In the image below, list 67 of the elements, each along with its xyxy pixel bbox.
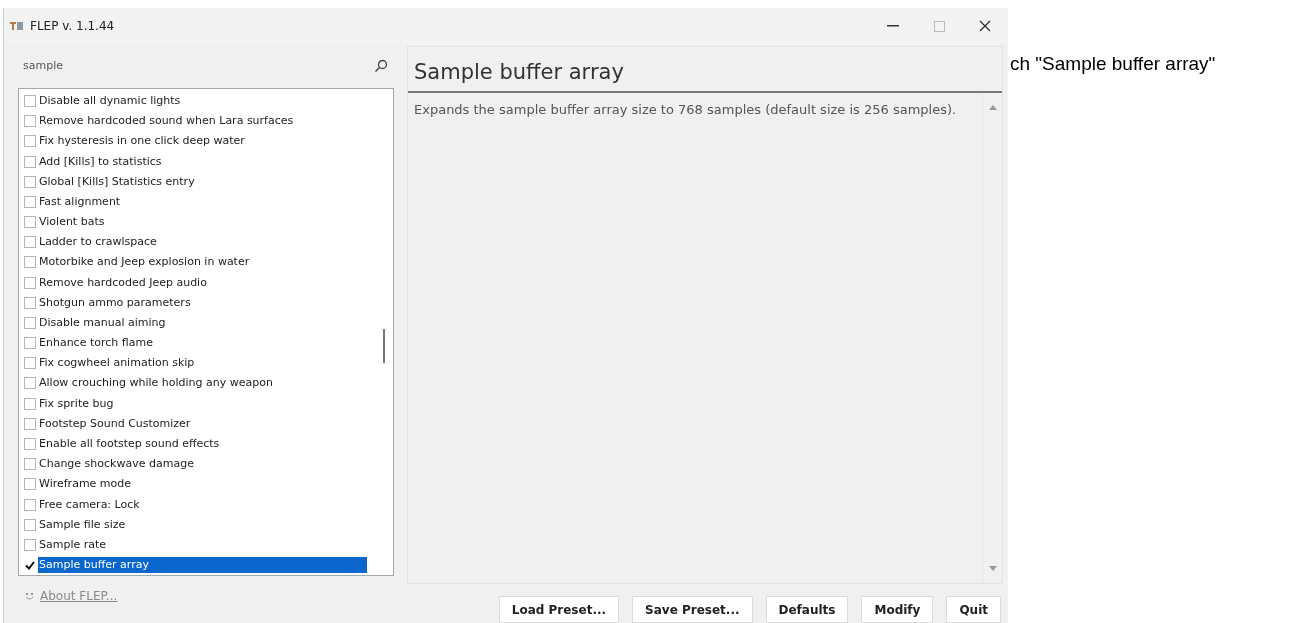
app-logo-icon: [10, 21, 24, 31]
scrollbar-thumb[interactable]: [383, 329, 385, 363]
page-heading: ch "Sample buffer array": [1010, 53, 1216, 74]
check-icon: [25, 560, 35, 570]
scroll-up-icon[interactable]: [988, 104, 997, 110]
option-checkbox[interactable]: [24, 195, 36, 208]
minimize-icon: [887, 25, 899, 27]
option-checkbox[interactable]: [24, 236, 36, 249]
option-item[interactable]: Disable all dynamic lights: [38, 93, 181, 110]
option-item[interactable]: Enable all footstep sound effects: [38, 436, 220, 452]
option-item[interactable]: Global [Kills] Statistics entry: [38, 173, 195, 190]
option-checkbox[interactable]: [24, 458, 36, 471]
option-item[interactable]: Sample rate: [38, 536, 107, 553]
option-item[interactable]: Remove hardcoded sound when Lara surfaces: [38, 113, 294, 130]
option-item[interactable]: Ladder to crawlspace: [38, 234, 157, 251]
smiley-icon: [25, 591, 34, 601]
action-button[interactable]: Quit: [946, 596, 1001, 623]
option-checkbox[interactable]: [24, 256, 36, 269]
option-item[interactable]: Fix hysteresis in one click deep water: [38, 133, 245, 150]
detail-title: Sample buffer array: [408, 47, 1002, 93]
option-item[interactable]: Fast alignment: [38, 193, 121, 210]
option-item[interactable]: Motorbike and Jeep explosion in water: [38, 254, 250, 271]
option-item[interactable]: Fix cogwheel animation skip: [38, 355, 195, 372]
option-checkbox[interactable]: [24, 175, 36, 188]
action-button[interactable]: Save Preset...: [632, 596, 753, 623]
detail-description: Expands the sample buffer array size to 768 samples (default size is 256 samples).: [413, 100, 958, 119]
option-checkbox[interactable]: [24, 377, 36, 390]
option-checkbox[interactable]: [24, 357, 36, 370]
search-icon: [374, 59, 388, 73]
option-item[interactable]: Fix sprite bug: [38, 395, 114, 412]
option-item[interactable]: Free camera: Lock: [38, 496, 140, 513]
option-checkbox[interactable]: [24, 316, 36, 329]
option-checkbox[interactable]: [24, 417, 36, 430]
option-item[interactable]: Footstep Sound Customizer: [38, 415, 191, 432]
option-checkbox[interactable]: [24, 95, 36, 108]
action-button[interactable]: Defaults: [765, 596, 849, 623]
option-checkbox[interactable]: [24, 397, 36, 410]
action-button[interactable]: Load Preset...: [498, 596, 620, 623]
option-item[interactable]: Violent bats: [38, 214, 105, 231]
action-button[interactable]: Modify: [861, 596, 934, 623]
option-checkbox[interactable]: [24, 155, 36, 168]
maximize-icon: [933, 20, 945, 32]
option-checkbox[interactable]: [24, 115, 36, 128]
option-item[interactable]: Change shockwave damage: [38, 456, 194, 473]
scroll-down-icon[interactable]: [988, 566, 997, 571]
option-checkbox[interactable]: [24, 296, 36, 309]
option-item[interactable]: Remove hardcoded Jeep audio: [38, 274, 207, 291]
option-checkbox[interactable]: [24, 438, 36, 450]
option-item[interactable]: Sample buffer array: [38, 557, 367, 574]
option-item[interactable]: Wireframe mode: [38, 476, 132, 493]
option-item[interactable]: Add [Kills] to statistics: [38, 153, 162, 170]
option-item[interactable]: Sample file size: [38, 516, 126, 533]
option-checkbox[interactable]: [24, 337, 36, 350]
option-checkbox[interactable]: [24, 518, 36, 531]
option-checkbox[interactable]: [24, 498, 36, 511]
option-item[interactable]: Allow crouching while holding any weapon: [38, 375, 273, 392]
option-checkbox[interactable]: [24, 135, 36, 148]
window-title: FLEP v. 1.1.44: [30, 18, 115, 35]
option-checkbox[interactable]: [24, 216, 36, 229]
close-icon: [979, 20, 991, 32]
option-checkbox[interactable]: [24, 559, 36, 572]
option-checkbox[interactable]: [24, 478, 36, 491]
option-item[interactable]: Disable manual aiming: [38, 314, 166, 331]
option-checkbox[interactable]: [24, 276, 36, 289]
option-checkbox[interactable]: [24, 538, 36, 551]
option-item[interactable]: Enhance torch flame: [38, 335, 153, 352]
option-item[interactable]: Shotgun ammo parameters: [38, 294, 191, 311]
